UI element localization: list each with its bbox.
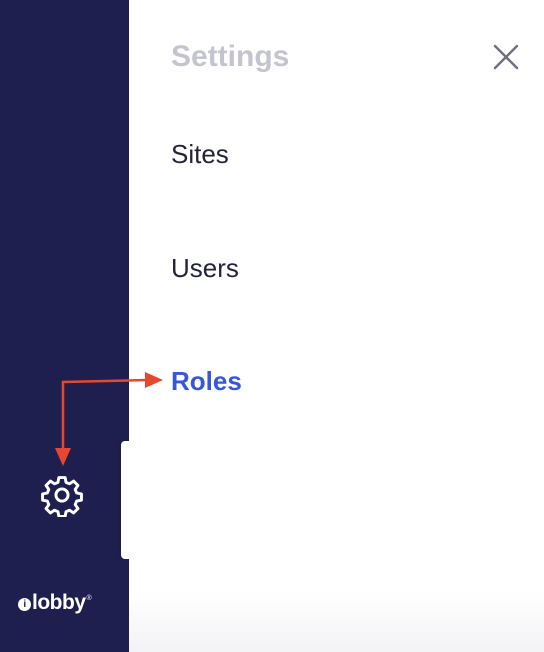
settings-item-sites[interactable]: Sites <box>171 139 229 170</box>
ilobby-logo: i lobby ® <box>18 590 92 616</box>
settings-button[interactable] <box>38 473 86 521</box>
panel-bottom-fade <box>129 592 544 652</box>
settings-item-roles[interactable]: Roles <box>171 366 242 397</box>
logo-mark: i <box>18 598 31 611</box>
gear-icon <box>40 473 84 522</box>
sidebar: i lobby ® <box>0 0 129 652</box>
settings-item-users[interactable]: Users <box>171 253 239 284</box>
panel-title: Settings <box>171 40 290 73</box>
close-button[interactable] <box>491 44 521 74</box>
logo-text: lobby <box>32 591 86 614</box>
settings-panel: Settings Sites Users Roles <box>129 0 544 652</box>
logo-registered-mark: ® <box>86 594 92 602</box>
close-icon <box>492 43 520 76</box>
